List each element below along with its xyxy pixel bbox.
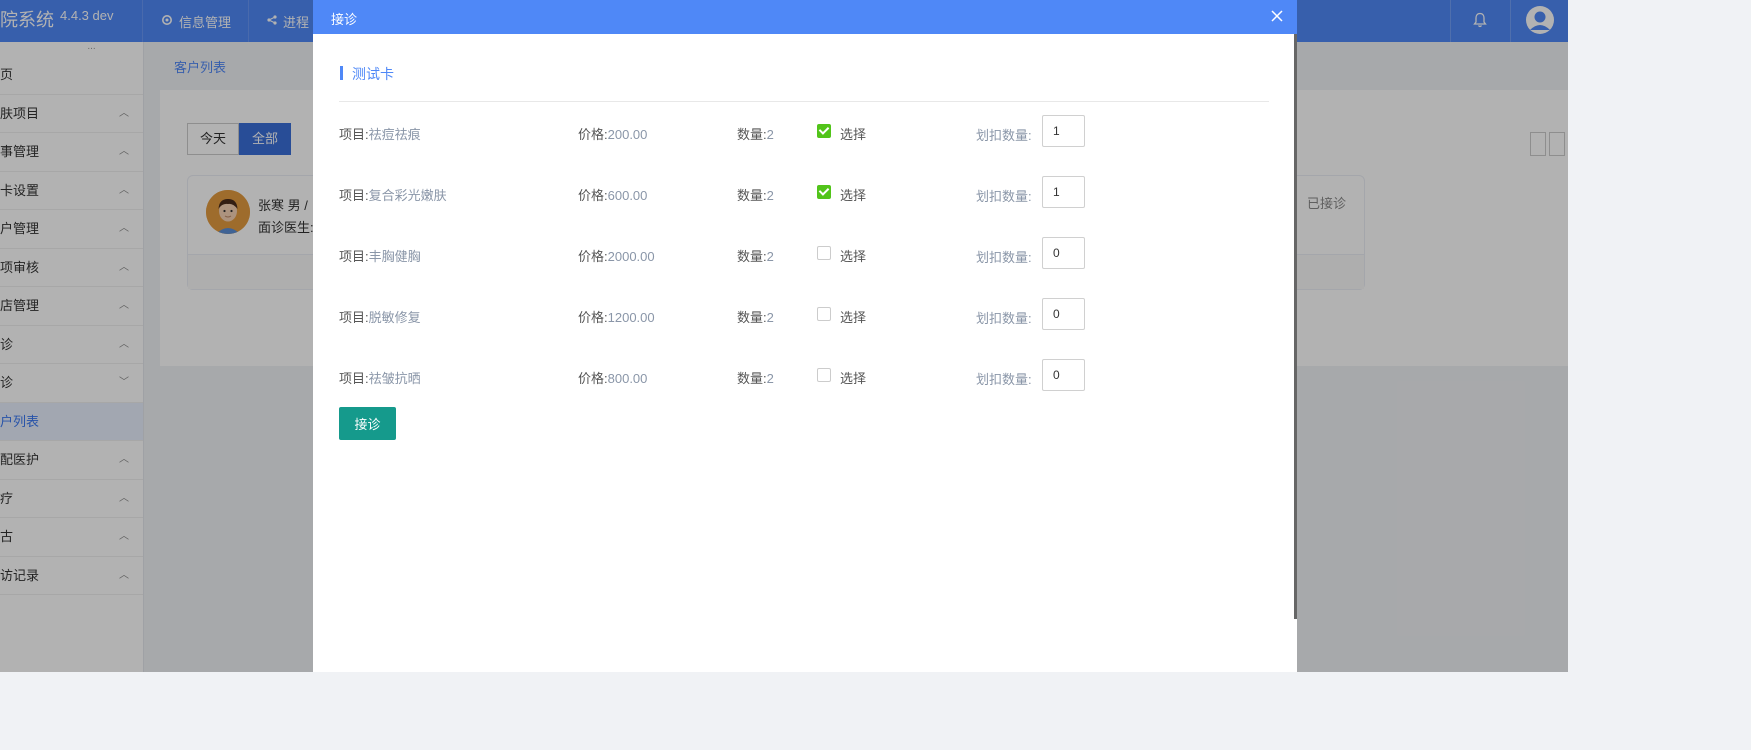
select-checkbox[interactable] — [817, 246, 831, 260]
count-label: 数量: — [737, 371, 767, 386]
item-label: 项目: — [339, 127, 369, 142]
count-label: 数量: — [737, 127, 767, 142]
project-row: 项目:复合彩光嫩肤 价格:600.00 数量:2 选择 划扣数量: — [339, 176, 1269, 210]
count-label: 数量: — [737, 188, 767, 203]
price-value: 2000.00 — [607, 249, 655, 264]
price-label: 价格: — [578, 127, 608, 142]
project-row: 项目:丰胸健胸 价格:2000.00 数量:2 选择 划扣数量: — [339, 237, 1269, 271]
project-row: 项目:祛痘祛痕 价格:200.00 数量:2 选择 划扣数量: — [339, 115, 1269, 149]
project-price: 价格:600.00 — [578, 185, 647, 204]
item-value: 丰胸健胸 — [368, 249, 421, 264]
price-label: 价格: — [578, 188, 608, 203]
project-count: 数量:2 — [737, 246, 774, 265]
project-row: 项目:祛皱抗晒 价格:800.00 数量:2 选择 划扣数量: — [339, 359, 1269, 393]
price-label: 价格: — [578, 371, 608, 386]
item-label: 项目: — [339, 310, 369, 325]
close-button[interactable] — [1265, 5, 1289, 29]
project-item: 项目:脱敏修复 — [339, 307, 421, 326]
count-value: 2 — [766, 127, 774, 142]
project-price: 价格:800.00 — [578, 368, 647, 387]
price-value: 600.00 — [607, 188, 648, 203]
price-value: 200.00 — [607, 127, 648, 142]
deduct-label: 划扣数量: — [976, 311, 1032, 326]
project-price: 价格:200.00 — [578, 124, 647, 143]
item-value: 祛皱抗晒 — [368, 371, 421, 386]
item-label: 项目: — [339, 188, 369, 203]
deduct-label: 划扣数量: — [976, 250, 1032, 265]
project-count: 数量:2 — [737, 185, 774, 204]
divider — [339, 101, 1269, 102]
card-title: 测试卡 — [352, 66, 394, 82]
project-row: 项目:脱敏修复 价格:1200.00 数量:2 选择 划扣数量: — [339, 298, 1269, 332]
select-checkbox[interactable] — [817, 124, 831, 138]
select-checkbox[interactable] — [817, 368, 831, 382]
deduct-quantity-input[interactable] — [1042, 176, 1085, 208]
project-item: 项目:丰胸健胸 — [339, 246, 421, 265]
count-value: 2 — [766, 249, 774, 264]
project-price: 价格:1200.00 — [578, 307, 655, 326]
count-value: 2 — [766, 188, 774, 203]
deduct-quantity-input[interactable] — [1042, 298, 1085, 330]
count-value: 2 — [766, 371, 774, 386]
title-accent-bar — [340, 66, 343, 80]
item-label: 项目: — [339, 249, 369, 264]
reception-modal: 接诊 测试卡 项目:祛痘祛痕 价格:200.00 数量:2 选择 划扣数量: 项… — [313, 0, 1297, 672]
select-label[interactable]: 选择 — [840, 124, 866, 143]
modal-header: 接诊 — [313, 0, 1297, 34]
item-value: 脱敏修复 — [368, 310, 421, 325]
project-count: 数量:2 — [737, 124, 774, 143]
project-count: 数量:2 — [737, 368, 774, 387]
count-value: 2 — [766, 310, 774, 325]
price-value: 800.00 — [607, 371, 648, 386]
project-count: 数量:2 — [737, 307, 774, 326]
select-label[interactable]: 选择 — [840, 368, 866, 387]
deduct-label: 划扣数量: — [976, 189, 1032, 204]
project-item: 项目:祛痘祛痕 — [339, 124, 421, 143]
select-label[interactable]: 选择 — [840, 185, 866, 204]
price-value: 1200.00 — [607, 310, 655, 325]
price-label: 价格: — [578, 310, 608, 325]
select-checkbox[interactable] — [817, 185, 831, 199]
item-label: 项目: — [339, 371, 369, 386]
deduct-quantity-input[interactable] — [1042, 115, 1085, 147]
deduct-label: 划扣数量: — [976, 128, 1032, 143]
select-label[interactable]: 选择 — [840, 246, 866, 265]
reception-submit-button[interactable]: 接诊 — [339, 407, 396, 440]
deduct-quantity-input[interactable] — [1042, 237, 1085, 269]
select-checkbox[interactable] — [817, 307, 831, 321]
project-item: 项目:复合彩光嫩肤 — [339, 185, 447, 204]
project-item: 项目:祛皱抗晒 — [339, 368, 421, 387]
select-label[interactable]: 选择 — [840, 307, 866, 326]
item-value: 祛痘祛痕 — [368, 127, 421, 142]
count-label: 数量: — [737, 249, 767, 264]
scrollbar[interactable] — [1294, 34, 1297, 619]
project-price: 价格:2000.00 — [578, 246, 655, 265]
count-label: 数量: — [737, 310, 767, 325]
close-icon — [1271, 9, 1283, 25]
deduct-quantity-input[interactable] — [1042, 359, 1085, 391]
deduct-label: 划扣数量: — [976, 372, 1032, 387]
price-label: 价格: — [578, 249, 608, 264]
modal-title: 接诊 — [331, 12, 358, 27]
item-value: 复合彩光嫩肤 — [368, 188, 447, 203]
